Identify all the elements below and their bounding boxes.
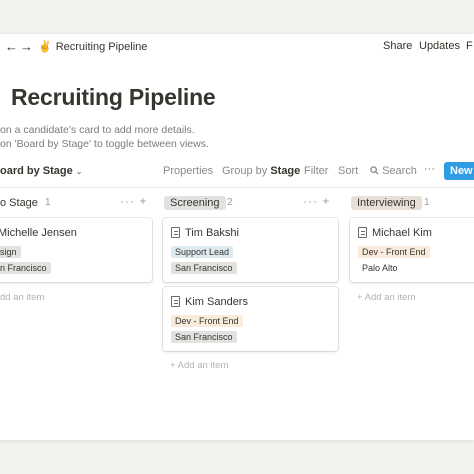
column-actions-screening[interactable]: ··· + xyxy=(303,194,330,208)
tag-role: Dev - Front End xyxy=(358,246,430,258)
add-item-interviewing[interactable]: + Add an item xyxy=(357,292,415,303)
tag-role: Dev - Front End xyxy=(171,315,243,327)
app-window: ← → ✌️ Recruiting Pipeline Share Updates … xyxy=(0,34,474,440)
column-count-interviewing: 1 xyxy=(424,197,430,208)
breadcrumb[interactable]: ✌️ Recruiting Pipeline xyxy=(38,40,147,53)
view-selector[interactable]: oard by Stage ⌄ xyxy=(0,165,82,177)
page-icon xyxy=(358,227,367,238)
card-michael-kim[interactable]: Michael Kim Dev - Front End Palo Alto xyxy=(350,218,474,282)
share-button[interactable]: Share xyxy=(383,40,412,52)
page-icon xyxy=(171,227,180,238)
breadcrumb-title: Recruiting Pipeline xyxy=(55,41,148,53)
card-title: Michelle Jensen xyxy=(0,227,77,239)
updates-button[interactable]: Updates xyxy=(419,40,460,52)
chevron-down-icon: ⌄ xyxy=(75,167,83,176)
page-icon xyxy=(171,296,180,307)
victory-hand-icon: ✌️ xyxy=(38,41,52,53)
tag-location: n Francisco xyxy=(0,262,51,274)
search-button[interactable]: Search xyxy=(370,165,417,177)
filter-button[interactable]: Filter xyxy=(304,165,328,177)
column-label-screening: Screening xyxy=(164,196,226,210)
tag-location: Palo Alto xyxy=(358,262,402,274)
column-count-screening: 2 xyxy=(227,197,233,208)
column-header-interviewing[interactable]: Interviewing xyxy=(351,196,422,210)
tag-location: San Francisco xyxy=(171,331,237,343)
page-description-line-1: on a candidate's card to add more detail… xyxy=(0,124,195,136)
card-kim-sanders[interactable]: Kim Sanders Dev - Front End San Francisc… xyxy=(163,287,338,351)
column-label-no-stage: o Stage xyxy=(0,197,38,209)
group-by-label: Group by xyxy=(222,165,268,177)
properties-button[interactable]: Properties xyxy=(163,165,213,177)
column-header-no-stage[interactable]: o Stage xyxy=(0,196,44,210)
arrow-right-icon[interactable]: → xyxy=(20,39,33,55)
group-by-button[interactable]: Group by Stage xyxy=(222,165,300,177)
card-title: Tim Bakshi xyxy=(185,227,239,239)
new-button[interactable]: New xyxy=(444,162,474,180)
search-icon xyxy=(370,166,379,175)
group-by-value: Stage xyxy=(270,165,301,177)
search-label: Search xyxy=(382,165,417,177)
arrow-left-icon[interactable]: ← xyxy=(5,39,18,55)
column-count-no-stage: 1 xyxy=(45,197,51,208)
sort-button[interactable]: Sort xyxy=(338,165,358,177)
card-michelle-jensen[interactable]: Michelle Jensen sign n Francisco xyxy=(0,218,152,282)
tag-role: sign xyxy=(0,246,21,258)
favorite-button[interactable]: F xyxy=(466,40,473,52)
more-options-icon[interactable]: ··· xyxy=(424,163,435,175)
card-title: Michael Kim xyxy=(372,227,432,239)
toolbar-divider xyxy=(0,187,474,188)
column-label-interviewing: Interviewing xyxy=(351,196,422,210)
add-item-no-stage[interactable]: dd an item xyxy=(0,292,44,303)
card-tim-bakshi[interactable]: Tim Bakshi Support Lead San Francisco xyxy=(163,218,338,282)
view-selector-label: oard by Stage xyxy=(0,165,73,177)
column-actions-no-stage[interactable]: ··· + xyxy=(120,194,147,208)
top-bar: ← → ✌️ Recruiting Pipeline Share Updates … xyxy=(0,34,474,60)
page-title: Recruiting Pipeline xyxy=(11,84,216,110)
add-item-screening[interactable]: + Add an item xyxy=(170,360,228,371)
tag-role: Support Lead xyxy=(171,246,234,258)
column-header-screening[interactable]: Screening xyxy=(164,196,226,210)
page-description-line-2: on 'Board by Stage' to toggle between vi… xyxy=(0,138,209,150)
tag-location: San Francisco xyxy=(171,262,237,274)
card-title: Kim Sanders xyxy=(185,296,248,308)
